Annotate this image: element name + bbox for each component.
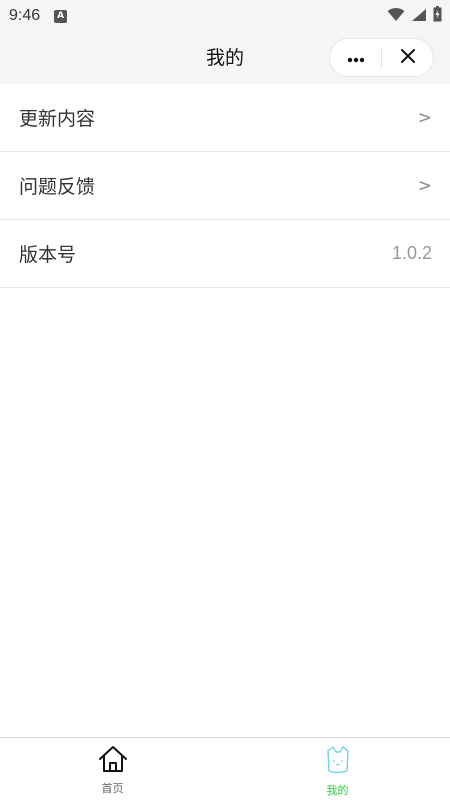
mini-program-capsule: [329, 38, 434, 77]
status-bar: 9:46 A: [0, 0, 450, 32]
wifi-icon: [387, 7, 405, 26]
navigation-bar: 我的: [0, 32, 450, 84]
signal-icon: [411, 7, 427, 26]
tab-label: 首页: [101, 782, 124, 795]
menu-item-label: 更新内容: [19, 108, 96, 130]
close-icon: [400, 48, 416, 68]
chevron-right-icon: >: [417, 107, 432, 128]
more-dots-icon: [347, 48, 365, 67]
menu-item-version: 版本号 1.0.2: [0, 220, 450, 288]
menu-item-feedback[interactable]: 问题反馈 >: [0, 152, 450, 220]
version-value: 1.0.2: [391, 243, 432, 263]
battery-icon: [433, 6, 442, 26]
tab-bar: 首页 我的: [0, 737, 450, 800]
menu-item-label: 问题反馈: [19, 176, 96, 198]
menu-item-update-content[interactable]: 更新内容 >: [0, 84, 450, 152]
tab-mine[interactable]: 我的: [225, 738, 450, 800]
home-icon: [97, 745, 129, 777]
menu-list: 更新内容 > 问题反馈 > 版本号 1.0.2: [0, 84, 450, 737]
a-notification-icon: A: [54, 9, 68, 23]
chevron-right-icon: >: [417, 175, 432, 196]
status-time: 9:46: [9, 7, 41, 24]
tab-label: 我的: [326, 784, 349, 797]
more-button[interactable]: [330, 39, 381, 76]
tab-home[interactable]: 首页: [0, 738, 225, 800]
close-button[interactable]: [382, 39, 433, 76]
cat-face-icon: [325, 745, 351, 779]
menu-item-label: 版本号: [19, 244, 77, 266]
